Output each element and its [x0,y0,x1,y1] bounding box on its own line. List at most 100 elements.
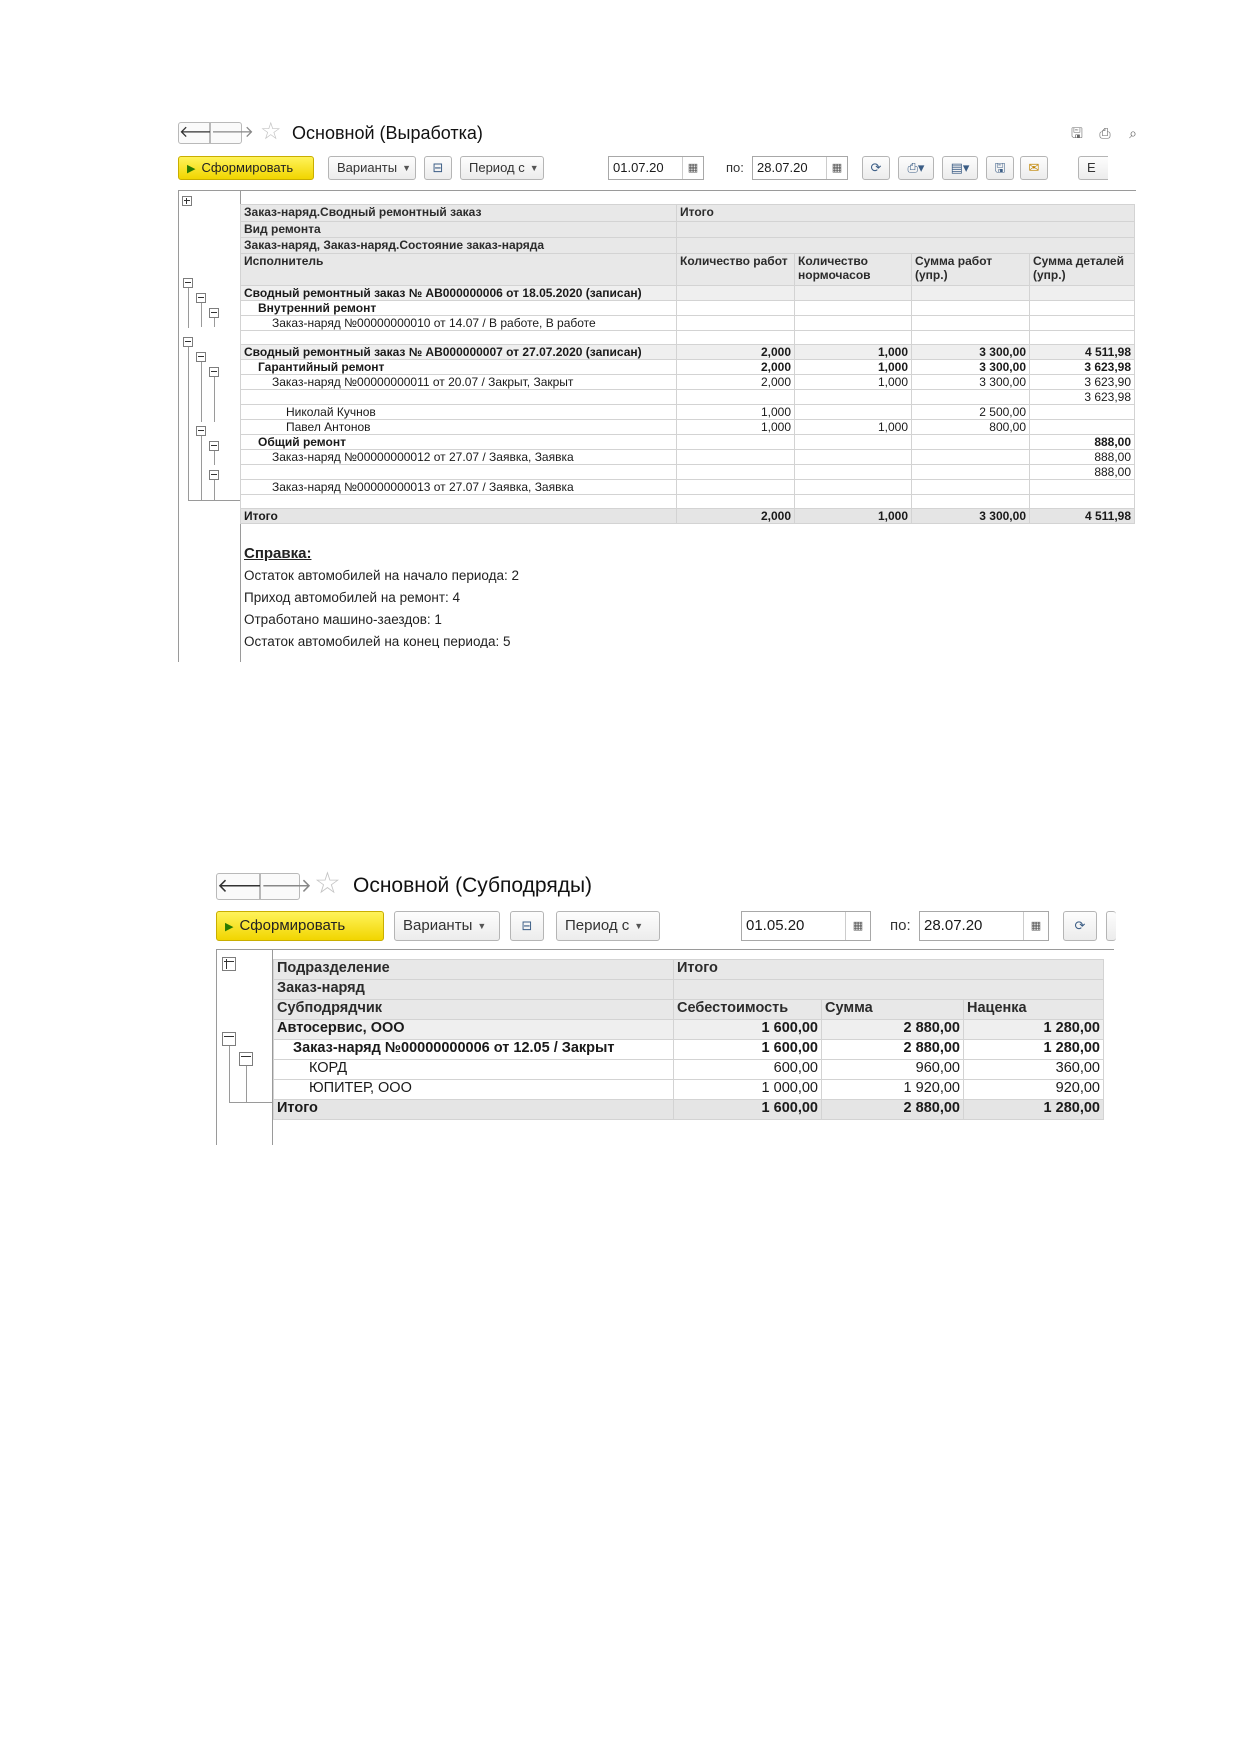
cell-c1 [676,479,795,495]
table-row[interactable]: Заказ-наряд №00000000006 от 12.05 / Закр… [273,1039,1104,1060]
collapse-toggle-general[interactable] [196,426,206,436]
table-row[interactable]: Заказ-наряд №00000000010 от 14.07 / В ра… [240,315,1136,331]
table-settings-button[interactable]: ▤▾ [942,156,978,180]
row-label: Заказ-наряд №00000000010 от 14.07 / В ра… [240,315,677,331]
cell-c2: 1,000 [794,359,912,375]
cell-c2: 2 880,00 [821,1099,964,1120]
generate-button[interactable]: ▶ Сформировать [178,156,314,180]
variants-button[interactable]: Варианты ▼ [394,911,500,941]
cell-c3 [911,494,1030,509]
favorite-star-icon[interactable]: ☆ [314,869,341,899]
calendar-icon[interactable]: ▦ [845,912,870,940]
table-row[interactable]: ЮПИТЕР, ООО 1 000,00 1 920,00 920,00 [273,1079,1104,1100]
period-button[interactable]: Период с ▼ [460,156,544,180]
cell-c2: 2 880,00 [821,1019,964,1040]
calendar-icon[interactable]: ▦ [826,157,847,179]
print-icon[interactable]: ⎙ [1096,124,1114,142]
table-row[interactable]: Внутренний ремонт [240,300,1136,316]
date-to-input[interactable]: 28.07.20 ▦ [919,911,1049,941]
settings-panel-button[interactable]: ⊟ [424,156,452,180]
cell-c4 [1028,494,1136,509]
table-row[interactable]: Автосервис, ООО 1 600,00 2 880,00 1 280,00 [273,1019,1104,1040]
toolbar-overflow-button[interactable] [1106,911,1116,941]
total-row[interactable]: Итого 1 600,00 2 880,00 1 280,00 [273,1099,1104,1120]
title-bar: 🡐 🡒 ☆ Основной (Выработка) 🖫 ⎙ ⌕ [178,119,1158,150]
date-to-input[interactable]: 28.07.20 ▦ [752,156,848,180]
report-table-vyrabotka: Заказ-наряд.Сводный ремонтный заказ Итог… [240,204,1136,524]
table-row[interactable]: Общий ремонт 888,00 [240,434,1136,450]
collapse-toggle-wo-6[interactable] [239,1052,253,1066]
cell-c1: 2,000 [676,344,795,360]
table-row[interactable]: 888,00 [240,464,1136,480]
cell-c3 [911,285,1030,301]
table-row[interactable]: Заказ-наряд №00000000013 от 27.07 / Заяв… [240,479,1136,495]
collapse-toggle-wo-13[interactable] [209,470,219,480]
period-button[interactable]: Период с ▼ [556,911,660,941]
cell-c3 [911,479,1030,495]
calendar-icon[interactable]: ▦ [1023,912,1048,940]
expand-all-toggle[interactable] [222,957,236,971]
collapse-toggle-wo-12[interactable] [209,441,219,451]
print-menu-button[interactable]: ⎙▾ [898,156,934,180]
row-label: Автосервис, ООО [273,1019,674,1040]
email-button[interactable]: ✉ [1020,156,1048,180]
table-row[interactable] [240,494,1136,509]
refresh-data-button[interactable]: ⟳ [1063,911,1097,941]
calendar-icon[interactable]: ▦ [682,157,703,179]
more-button[interactable]: Е [1078,156,1108,180]
header-col-2: Сумма [821,999,964,1020]
cell-c1 [676,494,795,509]
table-row[interactable]: Заказ-наряд №00000000012 от 27.07 / Заяв… [240,449,1136,465]
table-row[interactable]: 3 623,98 [240,389,1136,405]
cell-c3: 920,00 [963,1079,1104,1100]
back-button[interactable]: 🡐 [216,873,268,900]
cell-c1 [676,315,795,331]
collapse-toggle-wo-10[interactable] [209,308,219,318]
settings-panel-button[interactable]: ⊟ [510,911,544,941]
collapse-toggle-warranty[interactable] [196,352,206,362]
table-row[interactable]: Николай Кучнов 1,000 2 500,00 [240,404,1136,420]
date-from-input[interactable]: 01.05.20 ▦ [741,911,871,941]
cell-c4 [1028,285,1136,301]
chevron-down-icon: ▼ [634,921,644,931]
forward-button[interactable]: 🡒 [260,873,312,900]
preview-icon[interactable]: ⌕ [1124,124,1142,142]
cell-c3: 3 300,00 [911,359,1030,375]
row-label: Заказ-наряд №00000000011 от 20.07 / Закр… [240,374,677,390]
generate-button[interactable]: ▶ Сформировать [216,911,384,941]
collapse-toggle-wo-11[interactable] [209,367,219,377]
save-file-button[interactable]: 🖫 [986,156,1014,180]
cell-c4: 4 511,98 [1028,508,1136,524]
toolbar: ▶ Сформировать Варианты ▼ ⊟ Период с ▼ 01.0… [216,911,1116,941]
report-table-body: Сводный ремонтный заказ № АВ000000006 от… [240,285,1136,524]
total-row[interactable]: Итого 2,000 1,000 3 300,00 4 511,98 [240,508,1136,524]
table-row[interactable]: Заказ-наряд №00000000011 от 20.07 / Закр… [240,374,1136,390]
header-col-1: Себестоимость [673,999,822,1020]
expand-all-toggle[interactable] [182,196,192,206]
table-row[interactable]: Гарантийный ремонт 2,000 1,000 3 300,00 3 62… [240,359,1136,375]
table-row[interactable]: Сводный ремонтный заказ № АВ000000006 от… [240,285,1136,301]
collapse-toggle-order-6[interactable] [183,278,193,288]
table-row[interactable]: Сводный ремонтный заказ № АВ000000007 от… [240,344,1136,360]
favorite-star-icon[interactable]: ☆ [260,119,282,145]
cell-c3: 360,00 [963,1059,1104,1080]
date-from-input[interactable]: 01.07.20 ▦ [608,156,704,180]
cell-c3 [911,389,1030,405]
collapse-toggle-autoservice[interactable] [222,1032,236,1046]
table-row[interactable]: КОРД 600,00 960,00 360,00 [273,1059,1104,1080]
save-icon[interactable]: 🖫 [1068,124,1086,142]
variants-button[interactable]: Варианты ▼ [328,156,416,180]
back-button[interactable]: 🡐 [178,122,222,144]
forward-button[interactable]: 🡒 [210,122,254,144]
refresh-data-button[interactable]: ⟳ [862,156,890,180]
table-row[interactable] [240,330,1136,345]
tree-line [246,1066,247,1102]
cell-c1: 2,000 [676,359,795,375]
chevron-down-icon: ▼ [529,163,539,173]
table-row[interactable]: Павел Антонов 1,000 1,000 800,00 [240,419,1136,435]
collapse-toggle-internal[interactable] [196,293,206,303]
collapse-toggle-order-7[interactable] [183,337,193,347]
cell-c4 [1028,419,1136,435]
header-row: Заказ-наряд.Сводный ремонтный заказ Итог… [240,204,1136,222]
header-blank [675,221,1136,238]
